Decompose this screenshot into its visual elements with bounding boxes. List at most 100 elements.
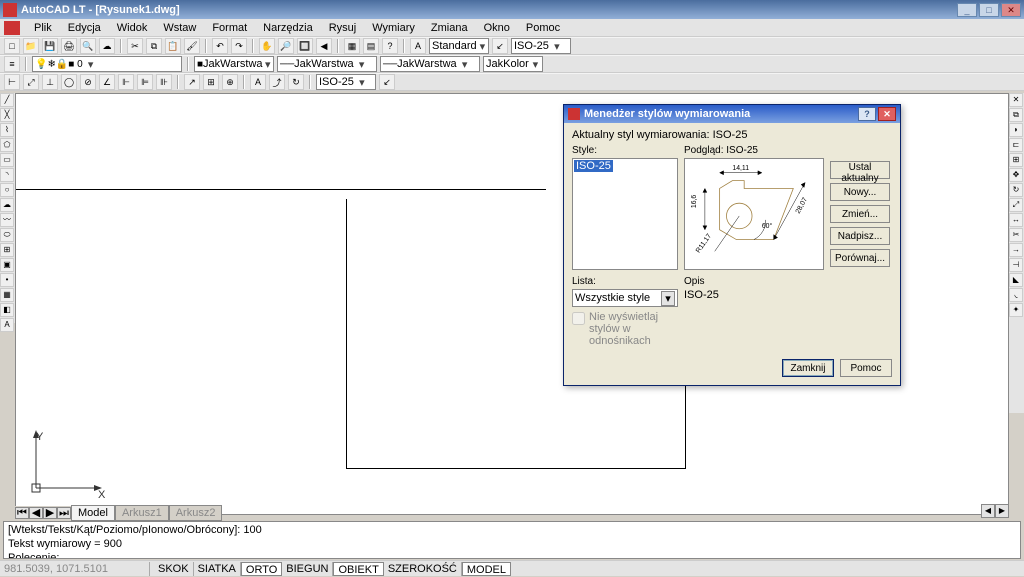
layerprops-icon[interactable]: ≡ bbox=[4, 56, 20, 72]
cut-icon[interactable]: ✂ bbox=[127, 38, 143, 54]
dim-style-combo[interactable]: ISO-25▾ bbox=[316, 74, 376, 90]
menu-pomoc[interactable]: Pomoc bbox=[518, 20, 568, 36]
close-button[interactable]: ✕ bbox=[1001, 3, 1021, 17]
mirror-icon[interactable]: ◗ bbox=[1009, 123, 1023, 137]
toggle-skok[interactable]: SKOK bbox=[154, 562, 194, 576]
circle-icon[interactable]: ○ bbox=[0, 183, 14, 197]
dim-aligned-icon[interactable]: ⤢ bbox=[23, 74, 39, 90]
fillet-icon[interactable]: ◟ bbox=[1009, 288, 1023, 302]
compare-button[interactable]: Porównaj... bbox=[830, 249, 890, 267]
dim-tolerance-icon[interactable]: ⊞ bbox=[203, 74, 219, 90]
toggle-biegun[interactable]: BIEGUN bbox=[282, 562, 333, 576]
hscroll[interactable]: ◀▶ bbox=[981, 504, 1009, 518]
tab-next[interactable]: ▶ bbox=[43, 507, 57, 519]
dimstyle-icon[interactable]: ↙ bbox=[492, 38, 508, 54]
pan-icon[interactable]: ✋ bbox=[259, 38, 275, 54]
close-dialog-button[interactable]: Zamknij bbox=[782, 359, 834, 377]
dim-center-icon[interactable]: ⊕ bbox=[222, 74, 238, 90]
menu-wymiary[interactable]: Wymiary bbox=[364, 20, 423, 36]
array-icon[interactable]: ⊞ bbox=[1009, 153, 1023, 167]
polygon-icon[interactable]: ⬠ bbox=[0, 138, 14, 152]
dim-angular-icon[interactable]: ∠ bbox=[99, 74, 115, 90]
dialog-titlebar[interactable]: Menedżer stylów wymiarowania ? ✕ bbox=[564, 105, 900, 123]
preview-icon[interactable]: 🔍 bbox=[80, 38, 96, 54]
command-line[interactable]: [Wtekst/Tekst/Kąt/Poziomo/pIonowo/Obróco… bbox=[3, 521, 1021, 559]
list-filter-dropdown[interactable]: Wszystkie style▾ bbox=[572, 289, 678, 307]
layer-combo[interactable]: 💡❄🔒■ 0▾ bbox=[32, 56, 182, 72]
override-button[interactable]: Nadpisz... bbox=[830, 227, 890, 245]
zoom-icon[interactable]: 🔎 bbox=[278, 38, 294, 54]
menu-zmiana[interactable]: Zmiana bbox=[423, 20, 476, 36]
maximize-button[interactable]: □ bbox=[979, 3, 999, 17]
tab-layout1[interactable]: Arkusz1 bbox=[115, 505, 169, 521]
toggle-model[interactable]: MODEL bbox=[462, 562, 511, 576]
dim-radius-icon[interactable]: ◯ bbox=[61, 74, 77, 90]
pline-icon[interactable]: ⌇ bbox=[0, 123, 14, 137]
tab-prev[interactable]: ◀ bbox=[29, 507, 43, 519]
stretch-icon[interactable]: ↔ bbox=[1009, 213, 1023, 227]
tab-layout2[interactable]: Arkusz2 bbox=[169, 505, 223, 521]
move-icon[interactable]: ✥ bbox=[1009, 168, 1023, 182]
insert-icon[interactable]: ⊞ bbox=[0, 243, 14, 257]
toggle-szerokosc[interactable]: SZEROKOŚĆ bbox=[384, 562, 462, 576]
publish-icon[interactable]: ☁ bbox=[99, 38, 115, 54]
set-current-button[interactable]: Ustal aktualny bbox=[830, 161, 890, 179]
chamfer-icon[interactable]: ◣ bbox=[1009, 273, 1023, 287]
textstyle-combo[interactable]: Standard▾ bbox=[429, 38, 489, 54]
rectangle-icon[interactable]: ▭ bbox=[0, 153, 14, 167]
dim-continue-icon[interactable]: ⊪ bbox=[156, 74, 172, 90]
offset-icon[interactable]: ⊏ bbox=[1009, 138, 1023, 152]
dim-edit-icon[interactable]: A bbox=[250, 74, 266, 90]
zoom-prev-icon[interactable]: ◀ bbox=[316, 38, 332, 54]
dimstyle-combo[interactable]: ISO-25▾ bbox=[511, 38, 571, 54]
menu-widok[interactable]: Widok bbox=[109, 20, 156, 36]
menu-narzedzia[interactable]: Narzędzia bbox=[255, 20, 321, 36]
tab-model[interactable]: Model bbox=[71, 505, 115, 521]
explode-icon[interactable]: ✦ bbox=[1009, 303, 1023, 317]
erase-icon[interactable]: ✕ bbox=[1009, 93, 1023, 107]
toggle-siatka[interactable]: SIATKA bbox=[194, 562, 241, 576]
point-icon[interactable]: • bbox=[0, 273, 14, 287]
block-icon[interactable]: ▣ bbox=[0, 258, 14, 272]
help-dialog-button[interactable]: Pomoc bbox=[840, 359, 892, 377]
region-icon[interactable]: ◧ bbox=[0, 303, 14, 317]
undo-icon[interactable]: ↶ bbox=[212, 38, 228, 54]
modify-button[interactable]: Zmień... bbox=[830, 205, 890, 223]
print-icon[interactable]: 🖨 bbox=[61, 38, 77, 54]
paste-icon[interactable]: 📋 bbox=[165, 38, 181, 54]
dim-style-icon[interactable]: ↙ bbox=[379, 74, 395, 90]
dialog-close-button[interactable]: ✕ bbox=[878, 107, 896, 121]
menu-format[interactable]: Format bbox=[204, 20, 255, 36]
menu-rysuj[interactable]: Rysuj bbox=[321, 20, 365, 36]
spline-icon[interactable]: 〰 bbox=[0, 213, 14, 227]
menu-edycja[interactable]: Edycja bbox=[60, 20, 109, 36]
revcloud-icon[interactable]: ☁ bbox=[0, 198, 14, 212]
styles-listbox[interactable]: ISO-25 bbox=[572, 158, 678, 270]
rotate-icon[interactable]: ↻ bbox=[1009, 183, 1023, 197]
scale-icon[interactable]: ⤢ bbox=[1009, 198, 1023, 212]
color-combo[interactable]: ■ JakWarstwa▾ bbox=[194, 56, 274, 72]
tab-first[interactable]: ⏮ bbox=[15, 507, 29, 519]
xline-icon[interactable]: ╳ bbox=[0, 108, 14, 122]
textstyle-icon[interactable]: A bbox=[410, 38, 426, 54]
toggle-orto[interactable]: ORTO bbox=[241, 562, 282, 576]
menu-wstaw[interactable]: Wstaw bbox=[155, 20, 204, 36]
dim-diameter-icon[interactable]: ⊘ bbox=[80, 74, 96, 90]
dim-tedit-icon[interactable]: ⤴ bbox=[269, 74, 285, 90]
style-item-iso25[interactable]: ISO-25 bbox=[574, 160, 613, 172]
copy2-icon[interactable]: ⧉ bbox=[1009, 108, 1023, 122]
dc-icon[interactable]: ▤ bbox=[363, 38, 379, 54]
help-icon[interactable]: ? bbox=[382, 38, 398, 54]
line-icon[interactable]: ╱ bbox=[0, 93, 14, 107]
plotstyle-combo[interactable]: JakKolor▾ bbox=[483, 56, 543, 72]
save-icon[interactable]: 💾 bbox=[42, 38, 58, 54]
trim-icon[interactable]: ✂ bbox=[1009, 228, 1023, 242]
ellipse-icon[interactable]: ⬭ bbox=[0, 228, 14, 242]
menu-plik[interactable]: Plik bbox=[26, 20, 60, 36]
text-icon[interactable]: A bbox=[0, 318, 14, 332]
ltype-combo[interactable]: ── JakWarstwa▾ bbox=[277, 56, 377, 72]
zoom-window-icon[interactable]: 🔲 bbox=[297, 38, 313, 54]
xref-checkbox[interactable]: Nie wyświetlaj stylów w odnośnikach bbox=[572, 311, 678, 347]
dim-ordinate-icon[interactable]: ⊥ bbox=[42, 74, 58, 90]
new-button[interactable]: Nowy... bbox=[830, 183, 890, 201]
